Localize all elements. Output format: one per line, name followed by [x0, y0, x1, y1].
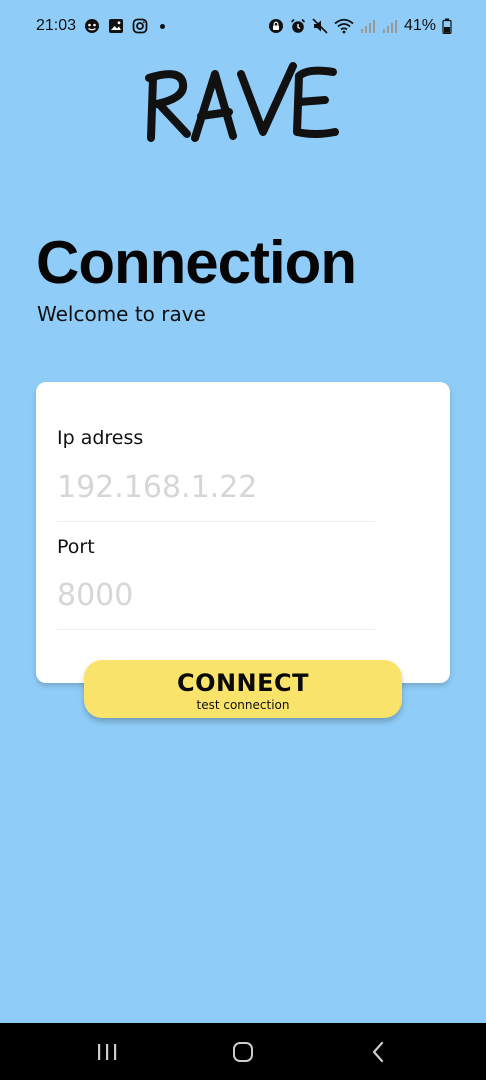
signal-icon — [360, 20, 375, 33]
status-bar: 21:03 41% — [0, 0, 486, 56]
status-bar-right: 41% — [268, 17, 452, 35]
back-button[interactable] — [364, 1037, 394, 1067]
instagram-icon — [132, 18, 148, 34]
image-icon — [109, 19, 124, 33]
rave-logo — [145, 62, 339, 142]
port-underline — [57, 629, 375, 630]
mute-icon — [312, 18, 328, 34]
battery-icon — [442, 18, 452, 34]
battery-percent: 41% — [403, 17, 436, 34]
port-label: Port — [57, 536, 95, 558]
notification-dot — [160, 23, 166, 29]
signal-icon — [382, 20, 397, 33]
recents-icon — [98, 1044, 117, 1060]
back-icon — [372, 1041, 384, 1063]
status-bar-left: 21:03 — [36, 17, 166, 35]
connect-button[interactable]: CONNECT test connection — [84, 660, 402, 718]
connect-button-label: CONNECT — [176, 669, 310, 697]
ip-address-label: Ip adress — [57, 427, 144, 449]
home-button[interactable] — [228, 1037, 258, 1067]
wifi-icon — [334, 18, 354, 34]
page-subtitle: Welcome to rave — [37, 302, 206, 326]
alarm-icon — [290, 18, 306, 33]
recents-button[interactable] — [92, 1037, 122, 1067]
port-input[interactable] — [57, 573, 375, 617]
connect-button-sublabel: test connection — [196, 698, 290, 712]
status-time: 21:03 — [36, 17, 77, 34]
lock-icon — [268, 19, 283, 33]
face-icon — [85, 19, 100, 33]
home-icon — [233, 1042, 253, 1062]
navigation-bar — [0, 1023, 486, 1080]
ip-address-input[interactable] — [57, 465, 375, 509]
page-title: Connection — [36, 229, 357, 296]
ip-address-underline — [57, 521, 375, 522]
